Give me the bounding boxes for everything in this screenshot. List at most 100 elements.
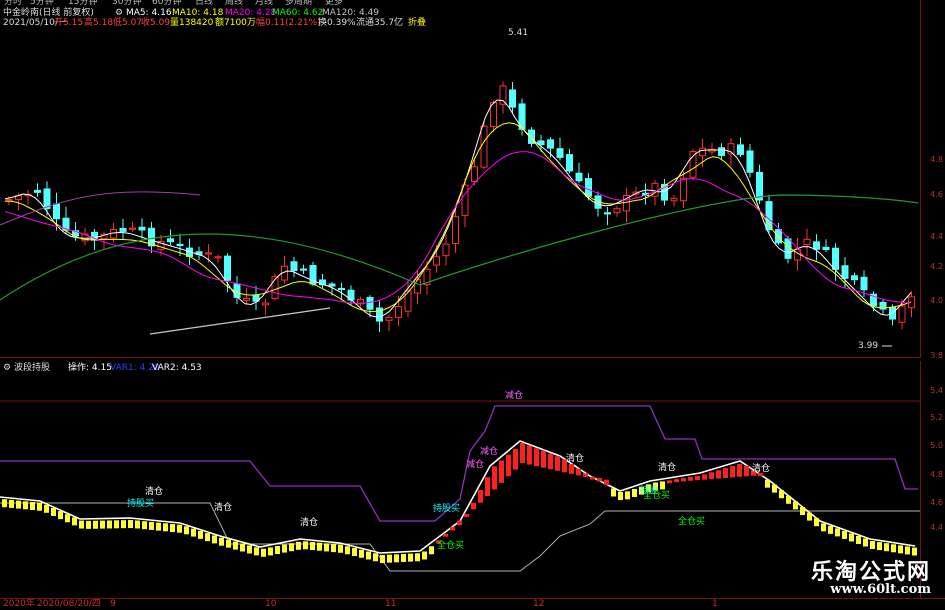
candle-body	[537, 140, 545, 146]
histogram-bar	[492, 466, 497, 490]
candle-body	[898, 305, 906, 323]
histogram-bar	[212, 535, 217, 544]
time-axis-label: 10	[265, 599, 277, 609]
histogram-bar	[604, 479, 609, 485]
candle-body	[414, 279, 421, 294]
histogram-bar	[163, 523, 168, 532]
candle-body	[499, 85, 507, 105]
histogram-bar	[856, 535, 861, 544]
histogram-bar	[506, 454, 511, 477]
histogram-bar	[709, 472, 714, 480]
price-axis-label: 3.8	[930, 351, 943, 360]
histogram-bar	[772, 484, 777, 493]
histogram-bar	[135, 520, 140, 529]
indicator-axis-label: 4.8	[930, 470, 943, 479]
histogram-bar	[338, 544, 343, 553]
histogram-bar	[289, 543, 294, 552]
histogram-bar	[541, 450, 546, 468]
candle-body	[860, 276, 868, 291]
ma5-line	[4, 99, 912, 318]
candle-body	[841, 265, 849, 279]
histogram-bar	[835, 528, 840, 537]
histogram-bar	[156, 522, 161, 531]
histogram-bar	[583, 473, 588, 477]
candle-body	[442, 243, 450, 257]
histogram-bar	[849, 533, 854, 542]
histogram-bar	[513, 448, 518, 470]
candle-body	[262, 302, 269, 306]
histogram-bar	[268, 547, 273, 556]
histogram-bar	[814, 518, 819, 527]
indicator-axis-label: 5.4	[930, 386, 943, 395]
histogram-bar	[79, 520, 84, 529]
histogram-bar	[485, 477, 490, 497]
indicator-settings-icon[interactable]: ⚙	[3, 363, 11, 374]
candle-body	[433, 256, 440, 266]
signal-label: 持股买	[433, 504, 461, 514]
histogram-bar	[142, 521, 147, 530]
candlestick-chart[interactable]	[0, 0, 945, 358]
candle-body	[689, 151, 697, 178]
candle-body	[699, 147, 706, 157]
ma60-line	[0, 194, 919, 301]
histogram-bar	[569, 464, 574, 474]
high-price-annotation: 5.41	[508, 28, 529, 38]
histogram-bar	[499, 460, 504, 483]
candle-body	[756, 171, 763, 201]
histogram-bar	[331, 544, 336, 553]
operation-line	[0, 440, 916, 554]
price-chart-pane[interactable]: 5.41 3.99 4.8 4.6 4.4 4.2 4.0 3.8	[0, 0, 945, 360]
candle-body	[53, 203, 60, 220]
candle-body	[832, 247, 839, 270]
histogram-bar	[373, 553, 378, 562]
histogram-bar	[660, 481, 665, 490]
histogram-bar	[730, 466, 735, 478]
histogram-bar	[149, 521, 154, 530]
histogram-bar	[240, 543, 245, 552]
candle-body	[556, 148, 564, 158]
histogram-bar	[380, 555, 385, 563]
histogram-bar	[345, 546, 350, 555]
candle-body	[452, 216, 459, 245]
histogram-bar	[2, 499, 7, 508]
histogram-bar	[674, 479, 679, 483]
candle-body	[243, 297, 250, 301]
histogram-bar	[184, 526, 189, 535]
histogram-bar	[219, 537, 224, 546]
histogram-bar	[688, 476, 693, 481]
histogram-bar	[324, 543, 329, 552]
histogram-bar	[807, 512, 812, 521]
histogram-bar	[9, 499, 14, 508]
candle-body	[566, 154, 573, 172]
candle-body	[395, 306, 402, 318]
indicator-axis-label: 4.4	[930, 523, 943, 532]
candle-body	[205, 252, 212, 255]
signal-label: 全仓买	[678, 517, 706, 527]
price-axis-label: 4.0	[930, 296, 943, 305]
histogram-bar	[464, 513, 469, 517]
signal-label: 减仓	[480, 447, 499, 457]
histogram-bar	[233, 541, 238, 550]
histogram-bar	[408, 553, 413, 562]
histogram-bar	[282, 544, 287, 553]
histogram-bar	[198, 530, 203, 539]
histogram-bar	[23, 501, 28, 510]
histogram-bar	[618, 492, 623, 500]
histogram-bar	[527, 445, 532, 465]
histogram-bar	[352, 548, 357, 556]
histogram-bar	[394, 554, 399, 563]
histogram-bar	[821, 523, 826, 532]
price-axis-label: 4.2	[930, 262, 943, 271]
histogram-bar	[16, 500, 21, 509]
histogram-bar	[765, 479, 770, 488]
histogram-bar	[590, 476, 595, 480]
candle-body	[813, 241, 820, 250]
histogram-bar	[359, 549, 364, 558]
histogram-bar	[37, 502, 42, 511]
histogram-bar	[415, 553, 420, 562]
histogram-bar	[443, 533, 448, 537]
histogram-bar	[247, 545, 252, 554]
candle-body	[461, 184, 469, 216]
histogram-bar	[254, 547, 259, 556]
histogram-bar	[226, 539, 231, 548]
